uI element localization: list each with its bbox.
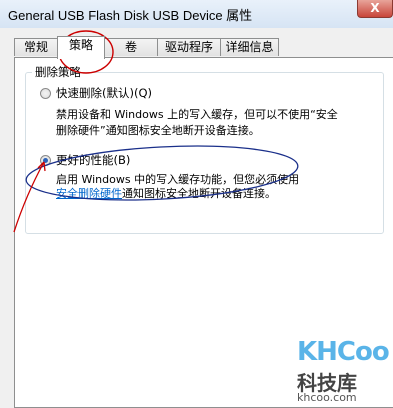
red-arrow-annotation xyxy=(13,161,45,233)
watermark-url: khcoo.com xyxy=(297,391,357,404)
khcoo-logo: KHCoo xyxy=(297,337,390,367)
blue-ellipse-annotation xyxy=(25,145,299,201)
tab-policies[interactable]: 策略 xyxy=(57,36,105,59)
